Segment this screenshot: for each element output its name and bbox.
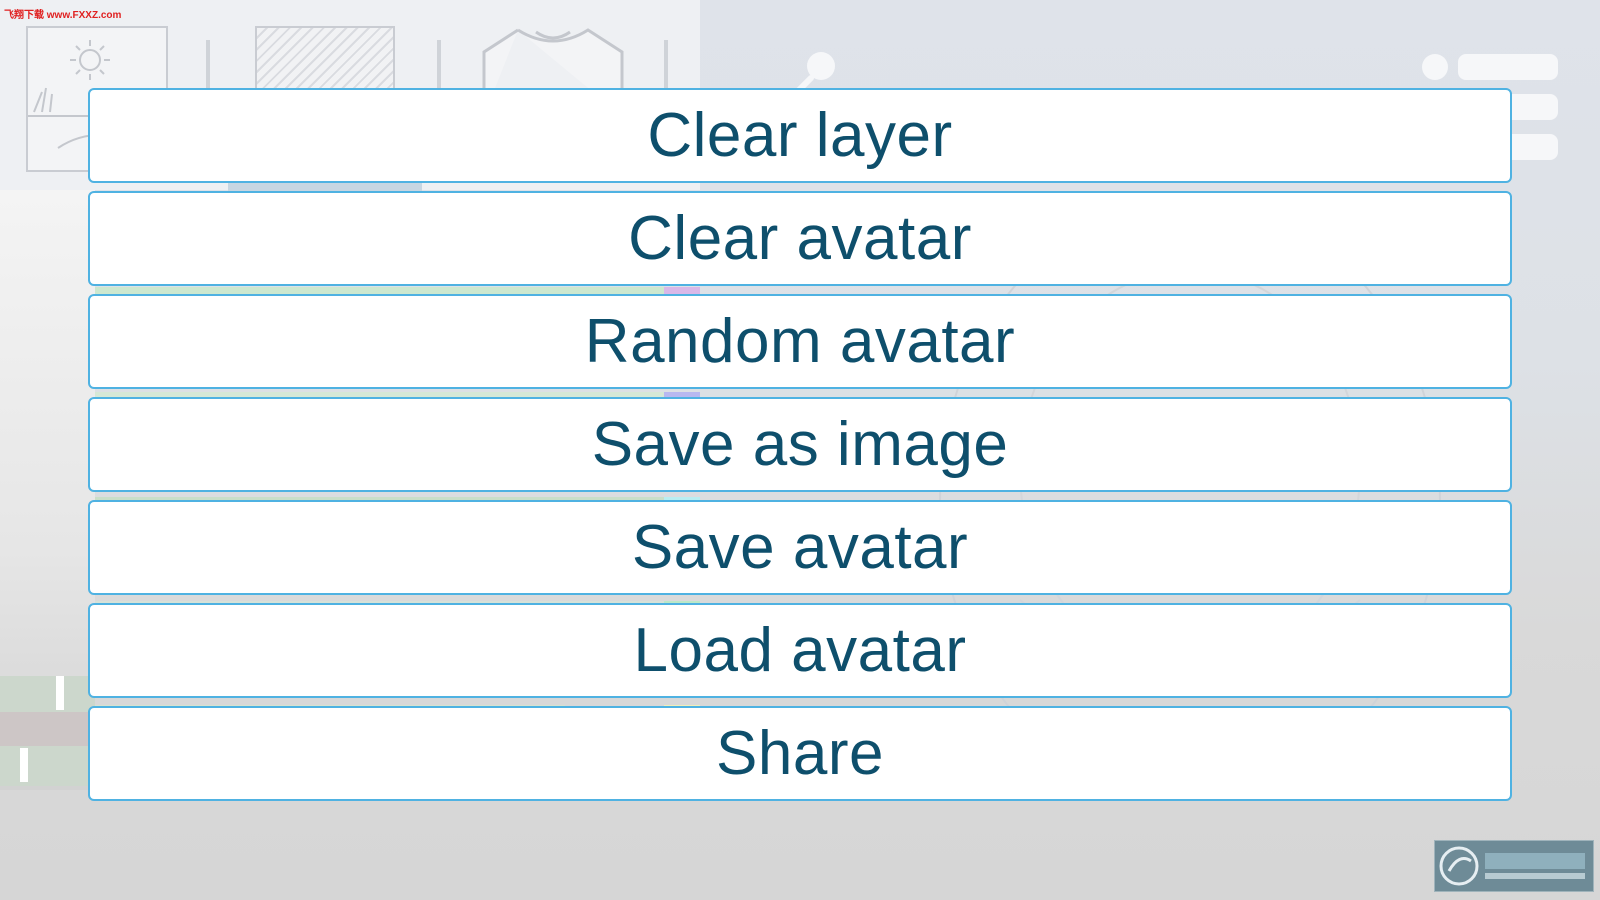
load-avatar-button[interactable]: Load avatar: [88, 603, 1512, 698]
clear-layer-label: Clear layer: [647, 101, 953, 170]
menu-bar: [1458, 54, 1558, 80]
random-avatar-button[interactable]: Random avatar: [88, 294, 1512, 389]
tool-divider: [664, 40, 668, 90]
clear-layer-button[interactable]: Clear layer: [88, 88, 1512, 183]
share-label: Share: [716, 719, 884, 788]
palette-block: [0, 676, 95, 786]
save-avatar-button[interactable]: Save avatar: [88, 500, 1512, 595]
tool-divider: [437, 40, 441, 90]
palette-band: [0, 712, 95, 746]
save-as-image-label: Save as image: [591, 410, 1009, 479]
share-button[interactable]: Share: [88, 706, 1512, 801]
watermark-logo: [1434, 840, 1594, 892]
palette-marker: [20, 748, 28, 782]
random-avatar-label: Random avatar: [584, 307, 1016, 376]
palette-marker: [56, 676, 64, 710]
save-avatar-label: Save avatar: [631, 513, 969, 582]
tool-divider: [206, 40, 210, 90]
menu-dot: [1422, 54, 1448, 80]
load-avatar-label: Load avatar: [633, 616, 967, 685]
save-as-image-button[interactable]: Save as image: [88, 397, 1512, 492]
clear-avatar-button[interactable]: Clear avatar: [88, 191, 1512, 286]
clear-avatar-label: Clear avatar: [628, 204, 972, 273]
watermark-text: 飞翔下载 www.FXXZ.com: [4, 10, 122, 21]
